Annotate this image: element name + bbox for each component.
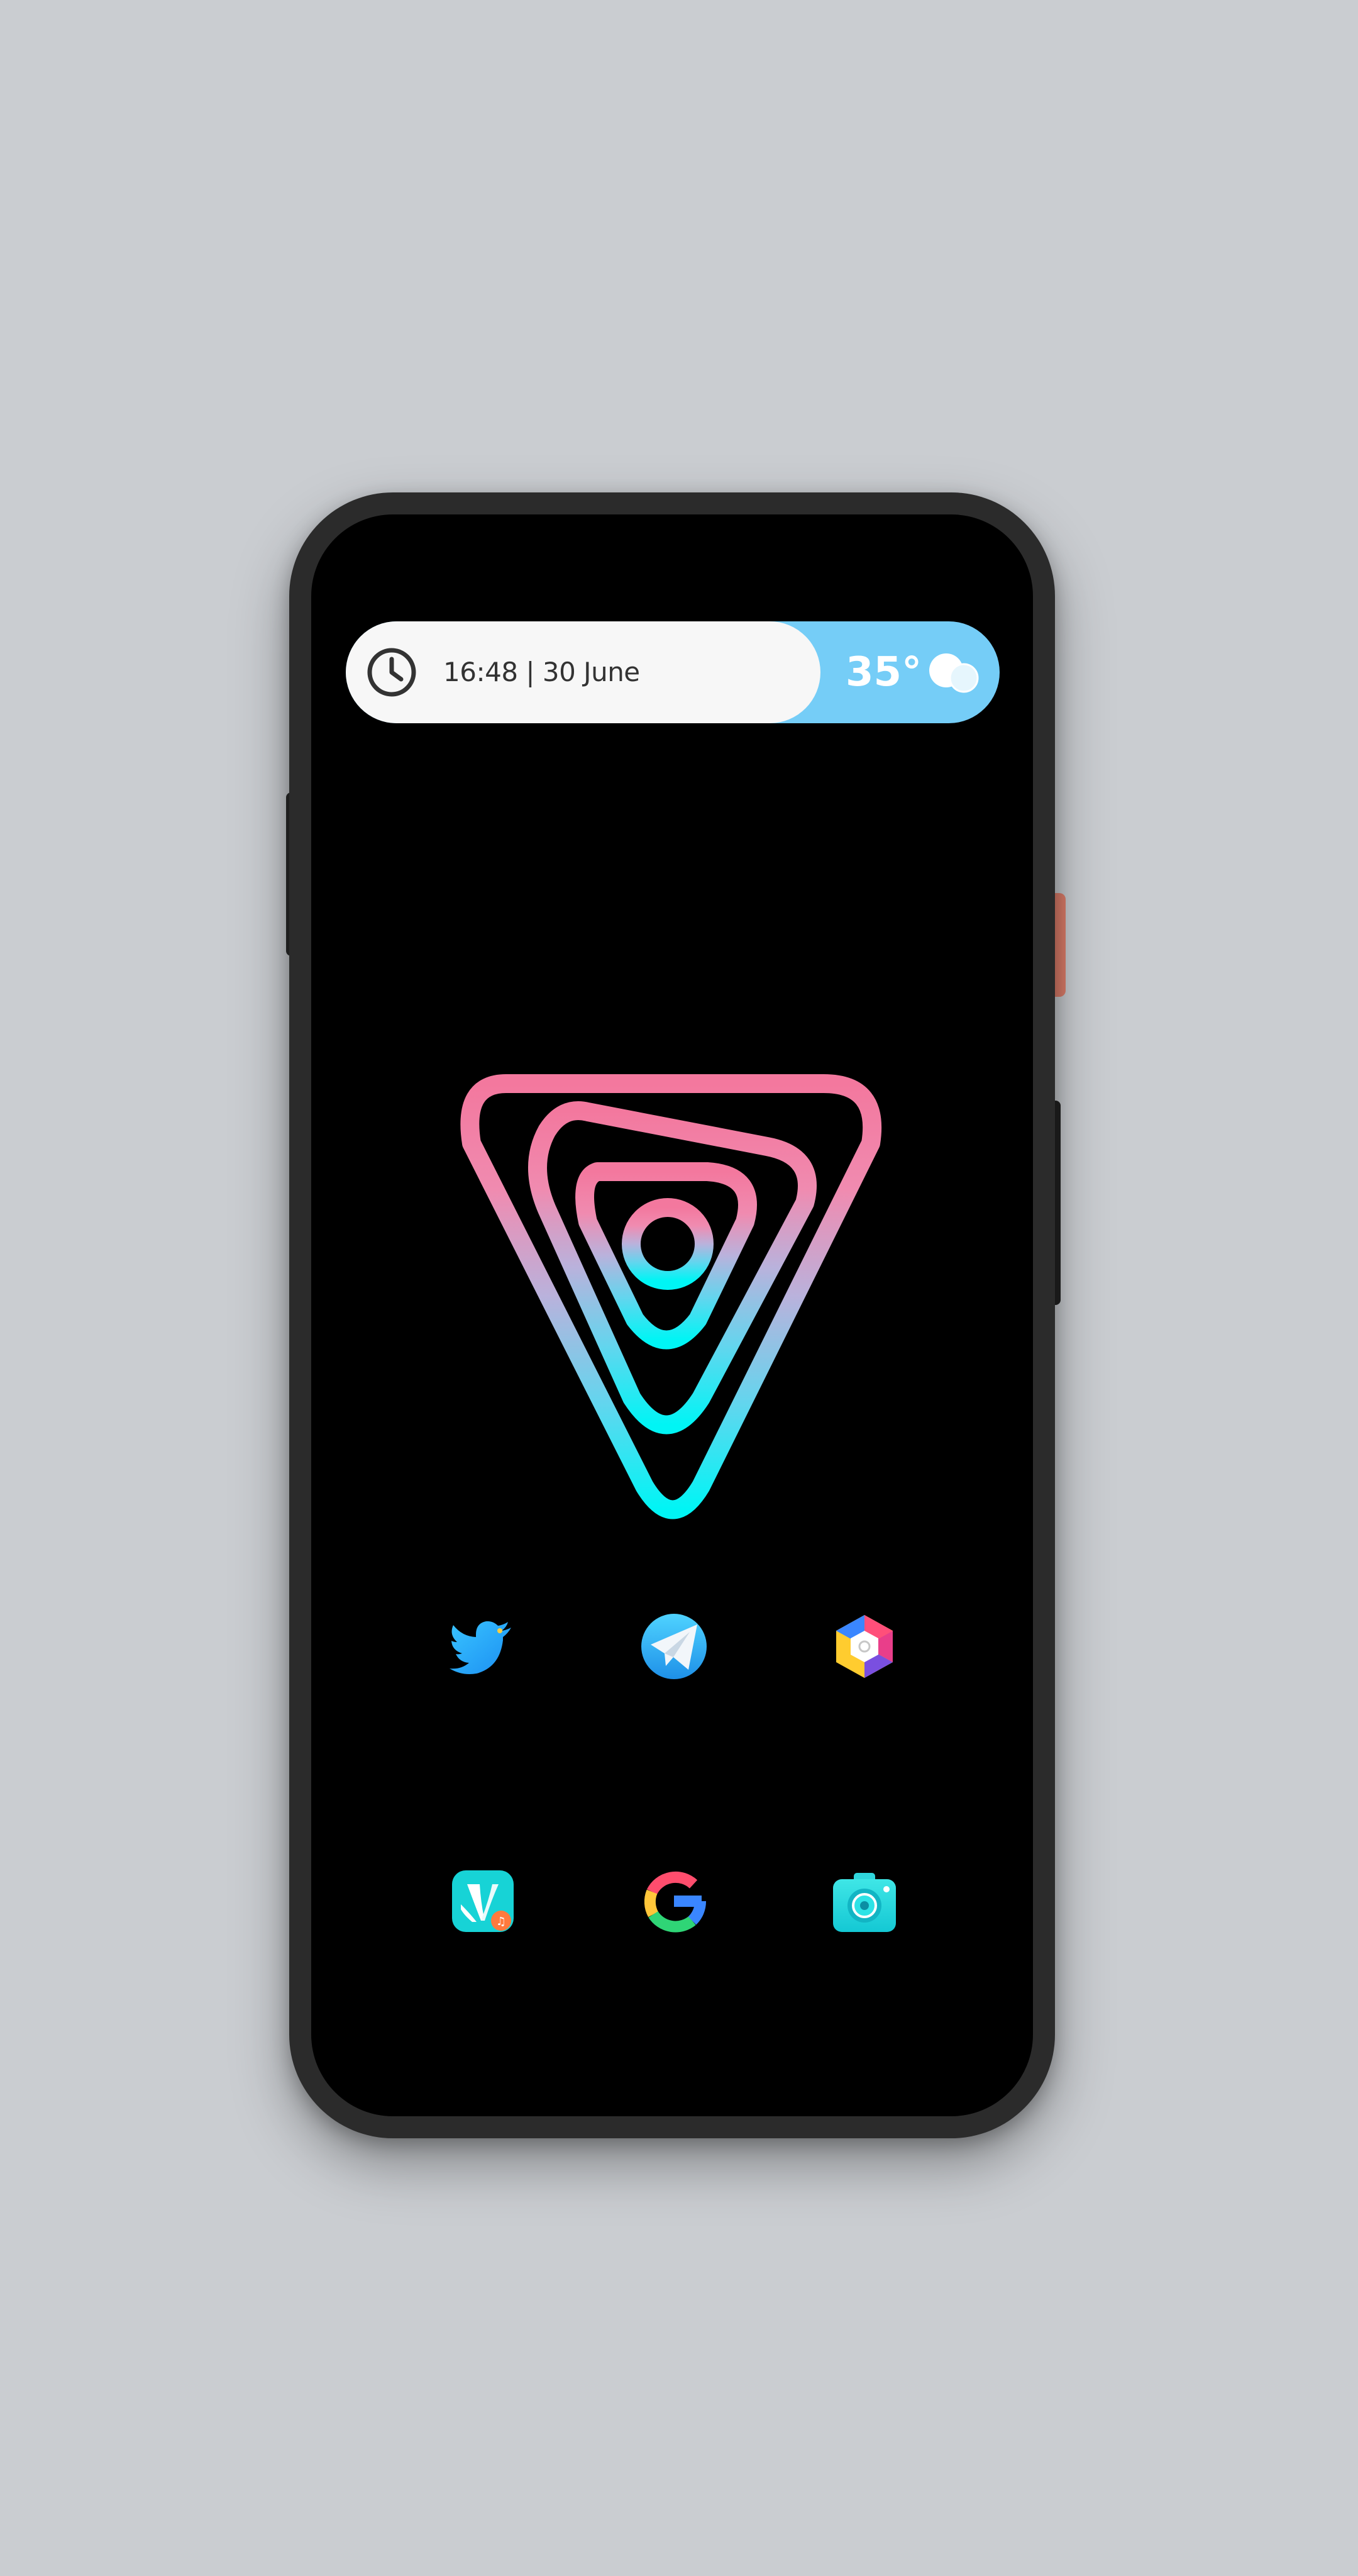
svg-text:♫: ♫: [496, 1915, 506, 1928]
jiosaavn-icon: ♫: [452, 1870, 514, 1932]
twitter-app-icon[interactable]: [448, 1612, 517, 1681]
clock-widget-section[interactable]: 16:48 | 30 June: [346, 621, 820, 723]
google-icon: [644, 1871, 706, 1933]
camera-app-icon[interactable]: [830, 1867, 899, 1936]
google-app-icon[interactable]: [639, 1867, 709, 1936]
jiosaavn-app-icon[interactable]: ♫: [448, 1867, 517, 1936]
hexagon-app-icon[interactable]: [830, 1612, 899, 1681]
phone-screen: 16:48 | 30 June 35° ♫: [311, 514, 1033, 2116]
phone-frame: 16:48 | 30 June 35° ♫: [289, 492, 1055, 2138]
camera-icon: [833, 1873, 896, 1932]
temperature-label: 35°: [846, 649, 922, 696]
time-date-label: 16:48 | 30 June: [443, 657, 640, 687]
partly-cloudy-icon: [929, 653, 979, 693]
hexagon-icon: [836, 1615, 893, 1678]
gradient-triangle-logo: [460, 1074, 882, 1519]
page-background: 16:48 | 30 June 35° ♫: [0, 0, 1358, 2576]
telegram-app-icon[interactable]: [639, 1612, 709, 1681]
clock-icon: [367, 648, 416, 697]
twitter-icon: [450, 1621, 511, 1674]
clock-weather-widget[interactable]: 16:48 | 30 June 35°: [346, 621, 1000, 723]
telegram-icon: [641, 1614, 707, 1679]
